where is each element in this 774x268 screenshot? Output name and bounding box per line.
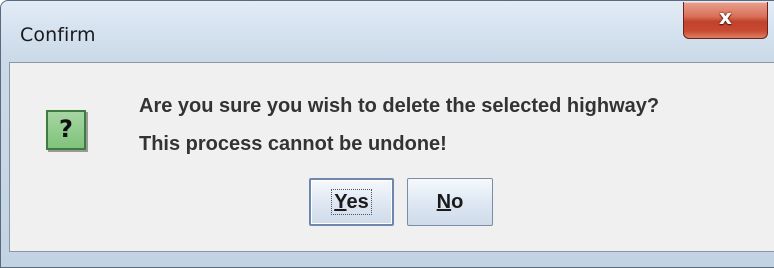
question-mark-glyph: ? [59, 115, 73, 143]
window-title: Confirm [20, 24, 96, 46]
confirm-dialog: Confirm x ? Are you sure you wish to del… [0, 0, 774, 268]
message-line-2: This process cannot be undone! [139, 133, 447, 155]
yes-button-label: Yes [331, 189, 372, 215]
close-button[interactable]: x [683, 2, 768, 39]
dialog-content: ? Are you sure you wish to delete the se… [9, 62, 774, 252]
yes-mnemonic: Y [334, 191, 347, 213]
no-button[interactable]: No [407, 178, 493, 226]
no-button-label: No [437, 191, 464, 213]
title-bar[interactable]: Confirm x [0, 0, 774, 62]
question-icon: ? [46, 110, 86, 150]
close-icon: x [719, 5, 732, 29]
yes-label-rest: es [346, 191, 369, 213]
no-label-rest: o [451, 191, 464, 213]
yes-button[interactable]: Yes [309, 178, 394, 226]
no-mnemonic: N [436, 191, 452, 213]
message-line-1: Are you sure you wish to delete the sele… [139, 95, 660, 117]
